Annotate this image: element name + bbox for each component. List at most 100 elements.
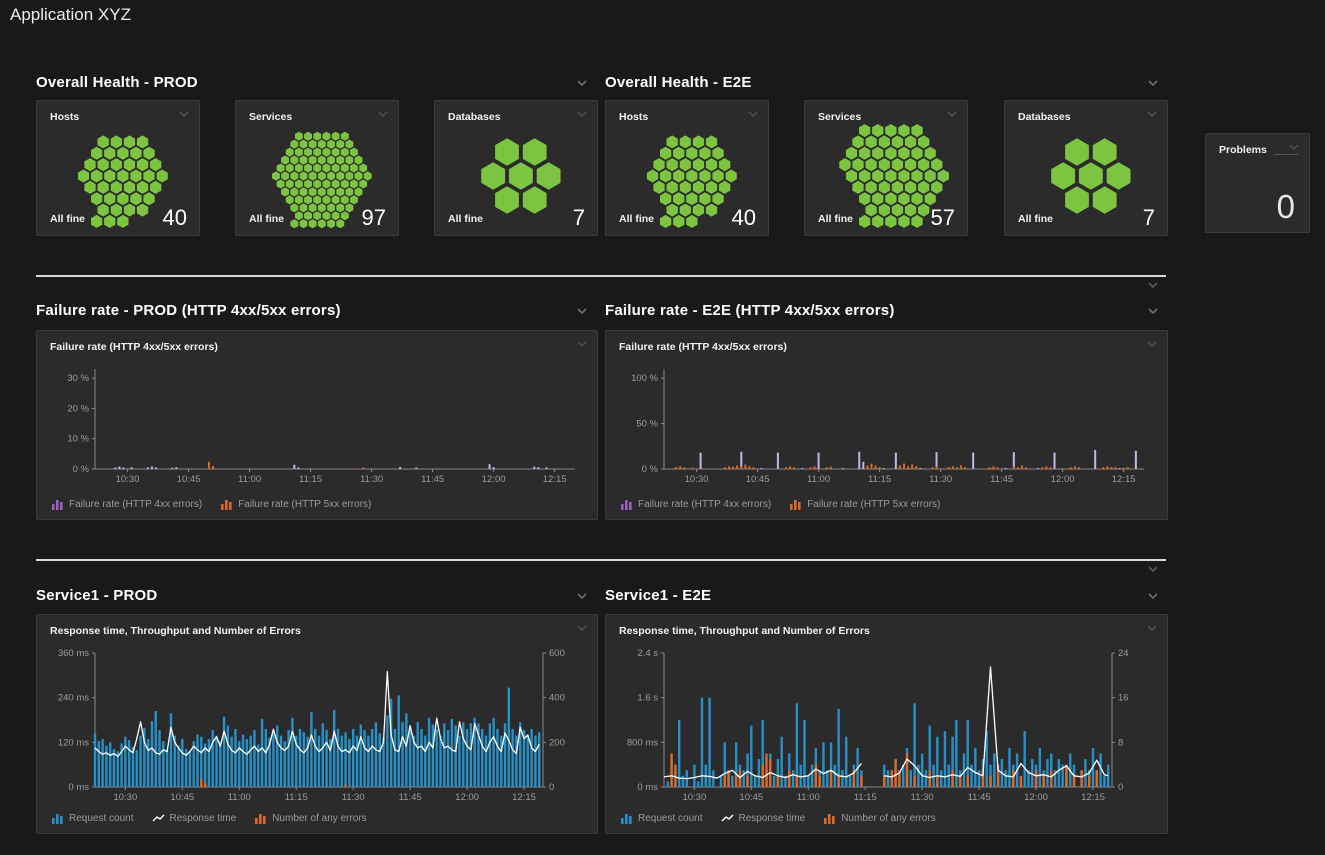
entity-count: 57 bbox=[931, 205, 955, 231]
legend-label: Number of any errors bbox=[272, 813, 366, 824]
chevron-down-icon[interactable] bbox=[1146, 591, 1160, 601]
failure-rate-chart: 100 %50 %0 %10:3010:4511:0011:1511:3011:… bbox=[618, 357, 1156, 493]
legend-label: Failure rate (HTTP 4xx errors) bbox=[638, 499, 771, 510]
tile-services-prod[interactable]: Services All fine 97 bbox=[235, 100, 399, 236]
problems-count: 0 bbox=[1277, 188, 1295, 226]
chevron-down-icon[interactable] bbox=[575, 623, 589, 633]
tile-hosts-prod[interactable]: Hosts All fine 40 bbox=[36, 100, 200, 236]
chart-tile-service1-prod[interactable]: Response time, Throughput and Number of … bbox=[36, 614, 598, 834]
svg-text:11:30: 11:30 bbox=[342, 792, 365, 803]
chevron-down-icon[interactable] bbox=[1145, 339, 1159, 349]
legend-item[interactable]: Response time bbox=[721, 813, 806, 824]
tile-databases-e2e[interactable]: Databases All fine 7 bbox=[1004, 100, 1168, 236]
svg-text:10:30: 10:30 bbox=[113, 792, 137, 803]
section-title: Service1 - PROD bbox=[36, 587, 157, 604]
chart-tile-service1-e2e[interactable]: Response time, Throughput and Number of … bbox=[605, 614, 1168, 834]
tile-databases-prod[interactable]: Databases All fine 7 bbox=[434, 100, 598, 236]
line-series-icon bbox=[152, 813, 165, 824]
status-label: All fine bbox=[619, 213, 654, 225]
legend-item[interactable]: Response time bbox=[152, 813, 237, 824]
svg-text:100 %: 100 % bbox=[631, 373, 658, 384]
tile-problems[interactable]: Problems 0 bbox=[1205, 133, 1310, 233]
svg-text:0: 0 bbox=[549, 782, 554, 793]
svg-text:12:00: 12:00 bbox=[1051, 474, 1075, 485]
chevron-down-icon[interactable] bbox=[575, 109, 589, 119]
svg-text:0: 0 bbox=[1118, 782, 1123, 793]
chart-legend: Failure rate (HTTP 4xx errors) Failure ra… bbox=[620, 499, 940, 510]
chevron-down-icon[interactable] bbox=[575, 78, 589, 88]
bar-series-icon bbox=[254, 813, 267, 824]
entity-count: 97 bbox=[362, 205, 386, 231]
section-header-failure-e2e: Failure rate - E2E (HTTP 4xx/5xx errors) bbox=[605, 300, 895, 320]
legend-item[interactable]: Failure rate (HTTP 4xx errors) bbox=[620, 499, 771, 510]
svg-text:11:15: 11:15 bbox=[854, 792, 877, 803]
legend-item[interactable]: Failure rate (HTTP 5xx errors) bbox=[789, 499, 940, 510]
bar-series-icon bbox=[620, 499, 633, 510]
chevron-down-icon[interactable] bbox=[1146, 78, 1160, 88]
svg-text:0 %: 0 % bbox=[642, 464, 659, 475]
svg-text:1.6 s: 1.6 s bbox=[637, 693, 658, 704]
chevron-down-icon[interactable] bbox=[1145, 109, 1159, 119]
chevron-down-icon[interactable] bbox=[945, 109, 959, 119]
svg-text:10:30: 10:30 bbox=[682, 792, 706, 803]
chevron-down-icon[interactable] bbox=[575, 591, 589, 601]
legend-item[interactable]: Number of any errors bbox=[823, 813, 935, 824]
svg-text:12:15: 12:15 bbox=[512, 792, 536, 803]
svg-text:30 %: 30 % bbox=[67, 373, 89, 384]
chevron-down-icon[interactable] bbox=[1145, 623, 1159, 633]
chevron-down-icon[interactable] bbox=[575, 339, 589, 349]
chevron-down-icon[interactable] bbox=[1146, 280, 1160, 290]
svg-text:12:15: 12:15 bbox=[1081, 792, 1105, 803]
svg-text:11:00: 11:00 bbox=[797, 792, 820, 803]
svg-text:400: 400 bbox=[549, 693, 565, 704]
tile-services-e2e[interactable]: Services All fine 57 bbox=[804, 100, 968, 236]
svg-text:11:45: 11:45 bbox=[968, 792, 991, 803]
tile-hosts-e2e[interactable]: Hosts All fine 40 bbox=[605, 100, 769, 236]
status-label: All fine bbox=[818, 213, 853, 225]
chevron-down-icon[interactable] bbox=[177, 109, 191, 119]
svg-text:11:15: 11:15 bbox=[285, 792, 308, 803]
tile-title: Hosts bbox=[619, 111, 648, 123]
bar-series-icon bbox=[823, 813, 836, 824]
legend-label: Failure rate (HTTP 4xx errors) bbox=[69, 499, 202, 510]
entity-count: 7 bbox=[573, 205, 585, 231]
svg-text:11:30: 11:30 bbox=[360, 474, 383, 485]
chevron-down-icon[interactable] bbox=[575, 306, 589, 316]
chart-title: Response time, Throughput and Number of … bbox=[50, 625, 301, 637]
page-title: Application XYZ bbox=[10, 5, 131, 25]
svg-text:11:00: 11:00 bbox=[228, 792, 251, 803]
tile-title: Hosts bbox=[50, 111, 79, 123]
svg-text:800 ms: 800 ms bbox=[627, 737, 658, 748]
svg-text:10 %: 10 % bbox=[67, 434, 89, 445]
legend-item[interactable]: Failure rate (HTTP 5xx errors) bbox=[220, 499, 371, 510]
chart-title: Failure rate (HTTP 4xx/5xx errors) bbox=[619, 341, 787, 353]
svg-text:12:00: 12:00 bbox=[482, 474, 506, 485]
legend-item[interactable]: Number of any errors bbox=[254, 813, 366, 824]
svg-text:240 ms: 240 ms bbox=[58, 693, 89, 704]
section-title: Failure rate - PROD (HTTP 4xx/5xx errors… bbox=[36, 302, 341, 319]
chart-tile-failure-prod[interactable]: Failure rate (HTTP 4xx/5xx errors) 30 % 2… bbox=[36, 330, 598, 520]
svg-text:12:15: 12:15 bbox=[543, 474, 567, 485]
section-divider bbox=[36, 559, 1166, 561]
chevron-down-icon[interactable] bbox=[1146, 306, 1160, 316]
legend-label: Response time bbox=[170, 813, 237, 824]
legend-item[interactable]: Request count bbox=[51, 813, 134, 824]
service-metrics-chart: 360 ms240 ms120 ms0 ms600400200010:3010:… bbox=[49, 641, 587, 803]
chart-tile-failure-e2e[interactable]: Failure rate (HTTP 4xx/5xx errors) 100 %… bbox=[605, 330, 1168, 520]
chevron-down-icon[interactable] bbox=[1287, 142, 1301, 152]
svg-text:600: 600 bbox=[549, 648, 565, 659]
chevron-down-icon[interactable] bbox=[376, 109, 390, 119]
legend-item[interactable]: Request count bbox=[620, 813, 703, 824]
svg-text:20 %: 20 % bbox=[67, 403, 89, 414]
chevron-down-icon[interactable] bbox=[746, 109, 760, 119]
chart-legend: Failure rate (HTTP 4xx errors) Failure ra… bbox=[51, 499, 371, 510]
legend-item[interactable]: Failure rate (HTTP 4xx errors) bbox=[51, 499, 202, 510]
entity-count: 40 bbox=[163, 205, 187, 231]
chart-title: Response time, Throughput and Number of … bbox=[619, 625, 870, 637]
status-label: All fine bbox=[50, 213, 85, 225]
chart-title: Failure rate (HTTP 4xx/5xx errors) bbox=[50, 341, 218, 353]
legend-label: Request count bbox=[638, 813, 703, 824]
chevron-down-icon[interactable] bbox=[1146, 564, 1160, 574]
failure-rate-chart: 30 %20 %10 %0 %10:3010:4511:0011:1511:30… bbox=[49, 357, 587, 493]
status-label: All fine bbox=[249, 213, 284, 225]
